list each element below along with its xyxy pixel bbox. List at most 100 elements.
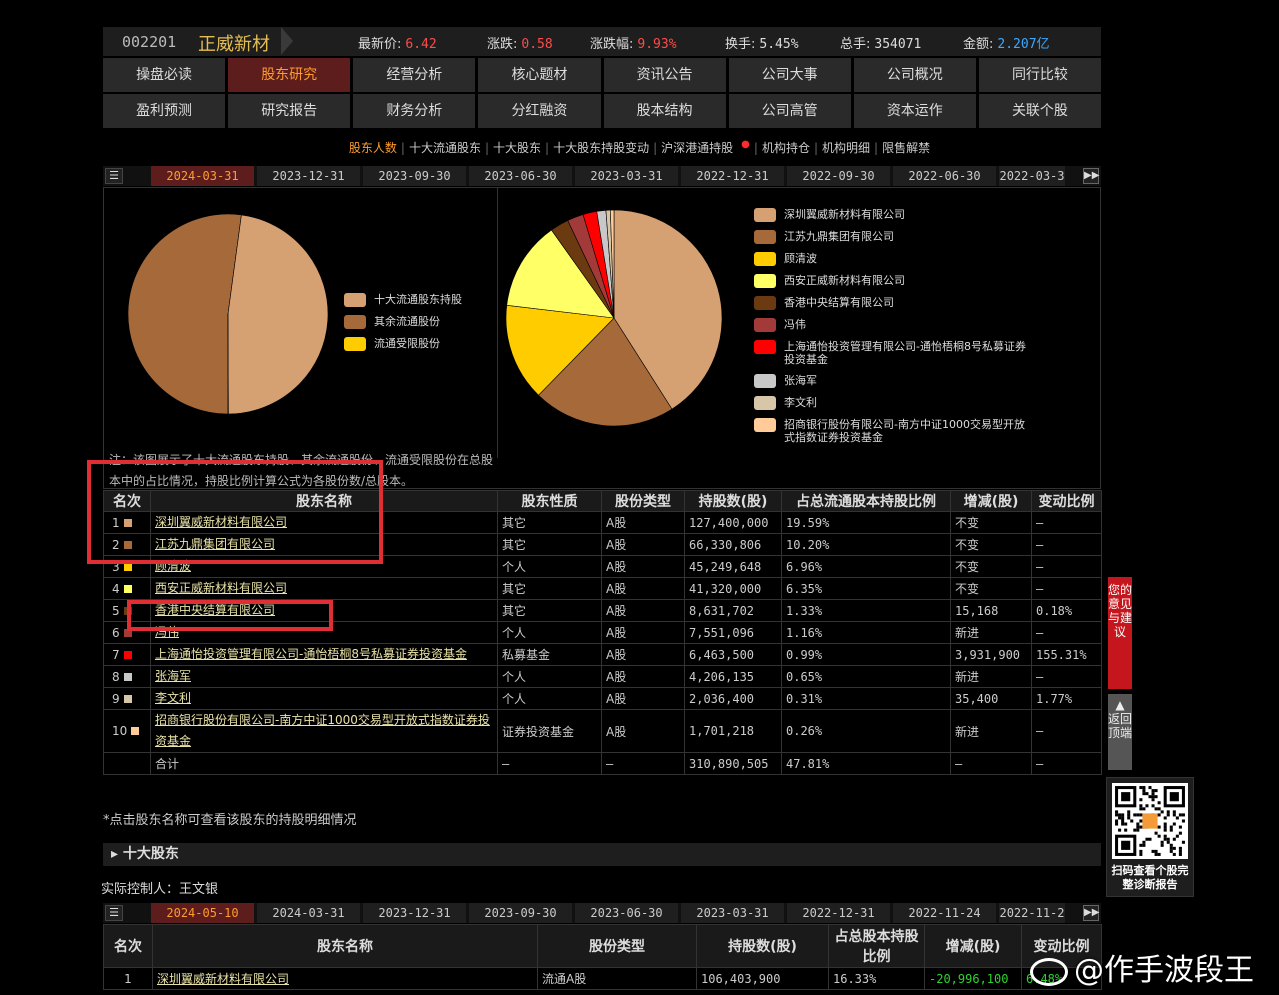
change-ratio: 0.18% xyxy=(1031,599,1102,622)
table-row: 7 上海通怡投资管理有限公司-通怡梧桐8号私募证券投资基金 私募基金 A股 6,463,… xyxy=(103,643,1102,666)
nav-item[interactable]: 公司高管 xyxy=(728,94,851,128)
back-to-top-button[interactable]: ▲ 返回顶端 xyxy=(1108,694,1132,770)
share-type: A股 xyxy=(601,555,685,578)
holder-name-link[interactable]: 上海通怡投资管理有限公司-通怡梧桐8号私募证券投资基金 xyxy=(155,647,467,661)
section-top10-holders[interactable]: ▸ 十大股东 xyxy=(103,843,1101,866)
total-pct: 47.81% xyxy=(781,752,951,775)
date-tab[interactable]: 2023-09-30 xyxy=(363,166,466,186)
subnav-item[interactable]: 十大股东 xyxy=(489,141,545,155)
nav-item[interactable]: 分红融资 xyxy=(478,94,601,128)
quote-value: 0.58 xyxy=(521,37,553,52)
nav-item[interactable]: 股东研究 xyxy=(228,58,351,92)
holding-ratio: 6.96% xyxy=(781,555,951,578)
nav-item[interactable]: 资讯公告 xyxy=(603,58,726,92)
date-tab[interactable]: 2023-03-31 xyxy=(681,903,784,923)
date-tab[interactable]: 2022-11-2 xyxy=(999,903,1065,923)
date-tabs-1: ☰ 2024-03-31 2023-12-31 2023-09-30 2023-06-3… xyxy=(103,166,1101,186)
date-tab[interactable]: 2022-11-24 xyxy=(893,903,996,923)
legend-item: 香港中央结算有限公司 xyxy=(754,296,1034,310)
nav-item[interactable]: 操盘必读 xyxy=(103,58,226,92)
subnav-item[interactable]: 机构明细 xyxy=(818,141,874,155)
actual-controller: 实际控制人：王文银 xyxy=(101,882,219,897)
share-type: A股 xyxy=(601,709,685,753)
rank-cell: 1 xyxy=(103,967,153,990)
nav-item[interactable]: 财务分析 xyxy=(353,94,476,128)
legend-label: 上海通怡投资管理有限公司-通怡梧桐8号私募证券投资基金 xyxy=(784,340,1026,366)
quote-label: 换手: xyxy=(725,37,756,52)
subnav-item[interactable]: 十大股东持股变动 xyxy=(549,141,653,155)
change-shares: 不变 xyxy=(950,555,1032,578)
nav-item[interactable]: 股本结构 xyxy=(603,94,726,128)
date-tab[interactable]: 2024-03-31 xyxy=(151,166,254,186)
holder-name-link[interactable]: 西安正威新材料有限公司 xyxy=(155,581,287,595)
holder-nature: 其它 xyxy=(497,511,602,534)
holder-nature: 证券投资基金 xyxy=(497,709,602,753)
color-marker xyxy=(123,694,132,703)
column-header: 名次 xyxy=(103,924,153,968)
holder-name-link[interactable]: 深圳翼威新材料有限公司 xyxy=(157,972,289,986)
color-marker xyxy=(123,584,132,593)
date-tab[interactable]: 2024-05-10 xyxy=(151,903,254,923)
nav-item[interactable]: 核心题材 xyxy=(478,58,601,92)
date-tab[interactable]: 2023-12-31 xyxy=(363,903,466,923)
next-arrow-icon[interactable]: ▶▶ xyxy=(1083,905,1099,921)
list-menu-icon[interactable]: ☰ xyxy=(105,905,123,921)
date-tab[interactable]: 2022-06-30 xyxy=(893,166,996,186)
date-tab[interactable]: 2022-12-31 xyxy=(787,903,890,923)
share-type: A股 xyxy=(601,665,685,688)
holder-name-link[interactable]: 招商银行股份有限公司-南方中证1000交易型开放式指数证券投资基金 xyxy=(155,713,490,748)
date-tab[interactable]: 2023-09-30 xyxy=(469,903,572,923)
subnav-item[interactable]: 限售解禁 xyxy=(878,141,934,155)
nav-item[interactable]: 公司概况 xyxy=(853,58,976,92)
up-arrow-icon: ▲ xyxy=(1115,698,1125,712)
legend-item: 张海军 xyxy=(754,374,1034,388)
change-shares: 新进 xyxy=(950,621,1032,644)
date-tab[interactable]: 2022-03-3 xyxy=(999,166,1065,186)
change-shares: 15,168 xyxy=(950,599,1032,622)
qr-panel[interactable]: 扫码查看个股完整诊断报告 xyxy=(1106,777,1194,897)
date-tab[interactable]: 2023-12-31 xyxy=(257,166,360,186)
change-shares: 35,400 xyxy=(950,687,1032,710)
quote-item: 总手: 354071 xyxy=(840,33,921,52)
nav-item[interactable]: 盈利预测 xyxy=(103,94,226,128)
nav-item[interactable]: 公司大事 xyxy=(728,58,851,92)
change-ratio: — xyxy=(1031,665,1102,688)
quote-item: 最新价: 6.42 xyxy=(358,33,437,52)
legend-item: 江苏九鼎集团有限公司 xyxy=(754,230,1034,244)
date-tabs-2: ☰ 2024-05-10 2024-03-31 2023-12-31 2023-09-3… xyxy=(103,903,1101,923)
shares-held: 45,249,648 xyxy=(684,555,782,578)
date-tab[interactable]: 2023-06-30 xyxy=(469,166,572,186)
nav-item[interactable]: 关联个股 xyxy=(978,94,1101,128)
subnav-item[interactable]: 机构持仓 xyxy=(758,141,814,155)
nav-item[interactable]: 资本运作 xyxy=(853,94,976,128)
legend-label: 江苏九鼎集团有限公司 xyxy=(784,230,894,243)
date-tab[interactable]: 2023-06-30 xyxy=(575,903,678,923)
subnav-item[interactable]: 十大流通股东 xyxy=(405,141,485,155)
list-menu-icon[interactable]: ☰ xyxy=(105,168,123,184)
date-tab[interactable]: 2023-03-31 xyxy=(575,166,678,186)
column-header: 股东名称 xyxy=(152,924,538,968)
table-row: 10 招商银行股份有限公司-南方中证1000交易型开放式指数证券投资基金 证券投资基… xyxy=(103,709,1102,753)
holder-name-link[interactable]: 李文利 xyxy=(155,691,191,705)
shares-held: 7,551,096 xyxy=(684,621,782,644)
nav-item[interactable]: 经营分析 xyxy=(353,58,476,92)
feedback-button[interactable]: 您的意见与建议 xyxy=(1108,577,1132,689)
next-arrow-icon[interactable]: ▶▶ xyxy=(1083,168,1099,184)
total-change: — xyxy=(950,752,1032,775)
date-tab[interactable]: 2024-03-31 xyxy=(257,903,360,923)
legend-swatch xyxy=(754,252,776,266)
highlight-box-1 xyxy=(87,460,383,564)
date-tab[interactable]: 2022-09-30 xyxy=(787,166,890,186)
total-shares: 310,890,505 xyxy=(684,752,782,775)
share-type: A股 xyxy=(601,577,685,600)
subnav-item[interactable]: 股东人数 xyxy=(345,141,401,155)
column-header: 持股数(股) xyxy=(684,490,782,512)
subnav-item[interactable]: 沪深港通持股 xyxy=(657,141,737,155)
nav-item[interactable]: 同行比较 xyxy=(978,58,1101,92)
nav-item[interactable]: 研究报告 xyxy=(228,94,351,128)
shares-held: 41,320,000 xyxy=(684,577,782,600)
color-marker xyxy=(123,672,132,681)
holder-name-link[interactable]: 张海军 xyxy=(155,669,191,683)
legend-item: 深圳翼威新材料有限公司 xyxy=(754,208,1034,222)
date-tab[interactable]: 2022-12-31 xyxy=(681,166,784,186)
